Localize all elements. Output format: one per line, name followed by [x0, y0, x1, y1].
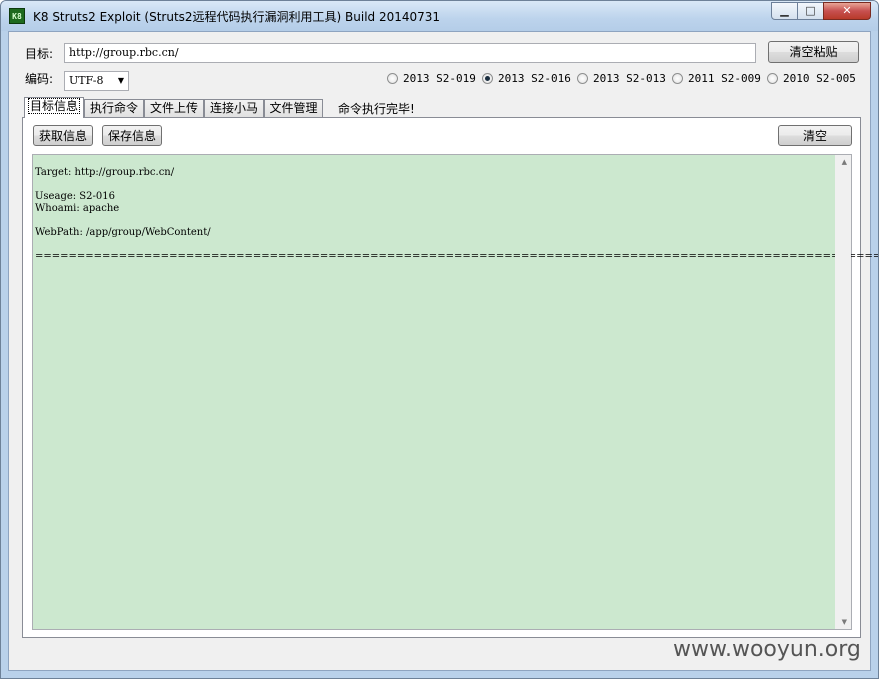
output-textarea[interactable]: Target: http://group.rbc.cn/ Useage: S2-…: [32, 154, 878, 630]
vuln-radio-4[interactable]: 2010 S2-005: [767, 72, 856, 86]
vuln-radio-label: 2013 S2-013: [593, 72, 666, 85]
target-label: 目标:: [25, 47, 54, 61]
tab-label: 连接小马: [209, 101, 258, 115]
tab-label: 文件上传: [149, 101, 198, 115]
encoding-label: 编码:: [25, 72, 54, 86]
radio-circle-icon[interactable]: [482, 73, 493, 84]
tab-2[interactable]: 文件上传: [144, 99, 204, 117]
encoding-select[interactable]: UTF-8 ▼: [64, 71, 129, 91]
output-text: Target: http://group.rbc.cn/ Useage: S2-…: [35, 167, 878, 262]
app-window: K8 K8 Struts2 Exploit (Struts2远程代码执行漏洞利用…: [0, 0, 879, 679]
minimize-button[interactable]: ▁: [771, 2, 798, 20]
tab-1[interactable]: 执行命令: [84, 99, 144, 117]
vuln-radio-label: 2013 S2-019: [403, 72, 476, 85]
tab-4[interactable]: 文件管理: [264, 99, 323, 117]
scroll-down-arrow-icon[interactable]: ▼: [842, 618, 847, 626]
close-icon: ✕: [842, 4, 852, 17]
maximize-icon: □: [805, 4, 816, 17]
status-text: 命令执行完毕!: [338, 102, 415, 116]
client-area: 目标: http://group.rbc.cn/ 清空粘贴 编码: UTF-8 …: [8, 31, 878, 671]
dropdown-arrow-icon: ▼: [117, 76, 124, 85]
tab-label: 目标信息: [27, 98, 80, 114]
vuln-radio-2[interactable]: 2013 S2-013: [577, 72, 666, 86]
tab-label: 执行命令: [89, 101, 138, 115]
clear-output-button[interactable]: 清空: [778, 125, 852, 146]
radio-circle-icon[interactable]: [672, 73, 683, 84]
scroll-up-arrow-icon[interactable]: ▲: [842, 158, 847, 166]
target-url-input[interactable]: http://group.rbc.cn/: [64, 43, 756, 63]
vuln-radio-3[interactable]: 2011 S2-009: [672, 72, 761, 86]
encoding-selected-value: UTF-8: [69, 74, 104, 87]
radio-circle-icon[interactable]: [577, 73, 588, 84]
vuln-radio-label: 2013 S2-016: [498, 72, 571, 85]
minimize-icon: ▁: [780, 4, 789, 17]
clear-paste-button[interactable]: 清空粘贴: [768, 41, 859, 63]
tab-3[interactable]: 连接小马: [204, 99, 264, 117]
vuln-radio-0[interactable]: 2013 S2-019: [387, 72, 476, 86]
output-scrollbar[interactable]: ▲ ▼: [835, 155, 851, 629]
tab-label: 文件管理: [269, 101, 318, 115]
vuln-radio-label: 2011 S2-009: [688, 72, 761, 85]
vuln-radio-1[interactable]: 2013 S2-016: [482, 72, 571, 86]
maximize-button[interactable]: □: [797, 2, 824, 20]
window-title: K8 Struts2 Exploit (Struts2远程代码执行漏洞利用工具)…: [33, 10, 441, 24]
get-info-button[interactable]: 获取信息: [33, 125, 93, 146]
close-button[interactable]: ✕: [823, 2, 871, 20]
save-info-button[interactable]: 保存信息: [102, 125, 162, 146]
radio-circle-icon[interactable]: [767, 73, 778, 84]
watermark: www.wooyun.org: [673, 637, 861, 662]
app-logo-icon: K8: [9, 8, 25, 24]
radio-circle-icon[interactable]: [387, 73, 398, 84]
tab-0[interactable]: 目标信息: [24, 97, 84, 118]
title-bar[interactable]: K8 K8 Struts2 Exploit (Struts2远程代码执行漏洞利用…: [1, 1, 878, 31]
vuln-radio-label: 2010 S2-005: [783, 72, 856, 85]
